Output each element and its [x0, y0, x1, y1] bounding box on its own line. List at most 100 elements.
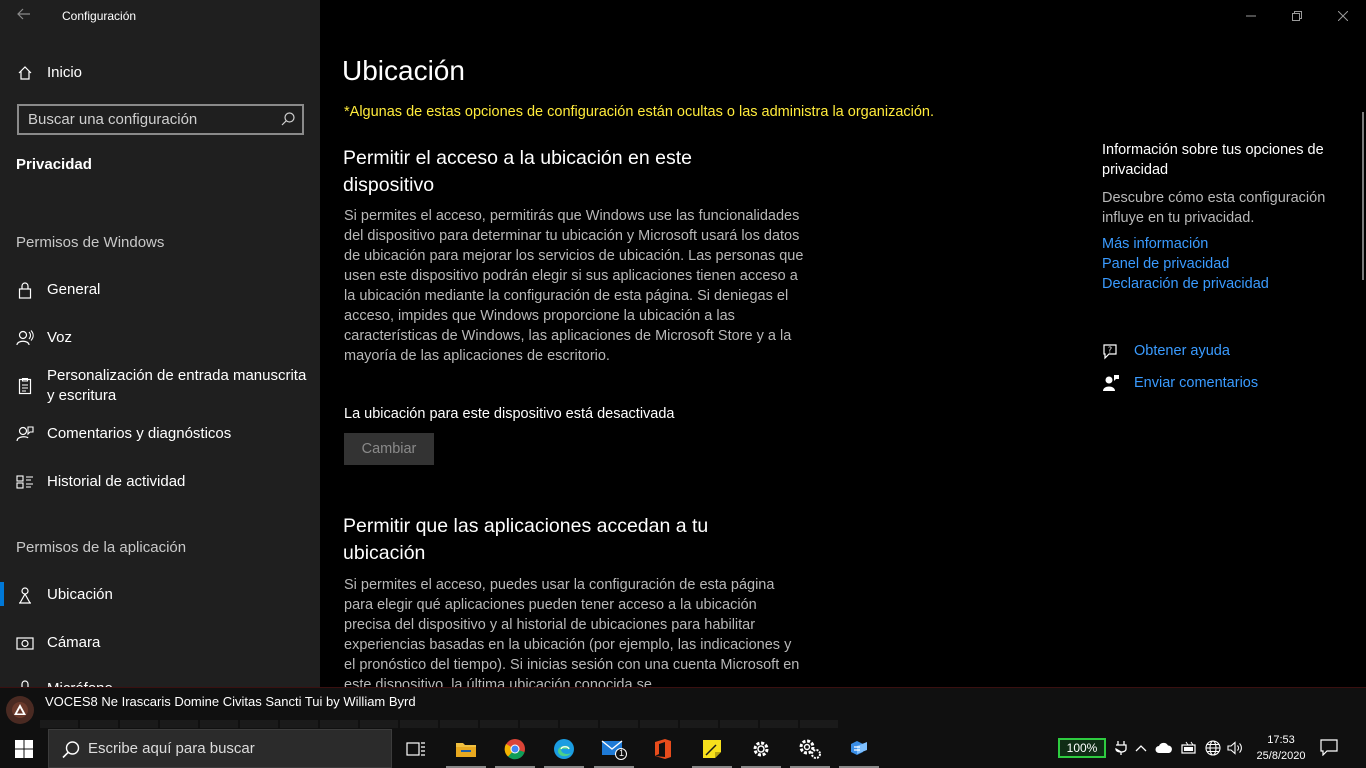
minimize-button[interactable]	[1228, 0, 1274, 32]
notification-icon	[1320, 739, 1338, 757]
info-description: Descubre cómo esta configuración influye…	[1102, 190, 1326, 226]
power-plug-icon[interactable]	[1112, 739, 1130, 757]
mail-button[interactable]: 1	[590, 729, 638, 768]
feedback-icon	[16, 425, 34, 443]
arrow-left-icon	[17, 8, 30, 20]
sticky-notes-button[interactable]	[688, 729, 736, 768]
clipboard-icon	[16, 377, 34, 395]
clock-time: 17:53	[1267, 734, 1295, 746]
get-help-row[interactable]: ? Obtener ayuda	[1102, 342, 1230, 360]
office-button[interactable]	[639, 729, 687, 768]
settings-gear-icon	[799, 739, 821, 759]
sidebar-item-label: Voz	[47, 329, 73, 346]
microphone-icon	[16, 680, 34, 687]
sidebar-item-label: Personalización de entrada manuscrita y …	[47, 367, 307, 404]
location-icon	[16, 586, 34, 604]
windows-permissions-heading: Permisos de Windows	[16, 234, 165, 251]
chevron-up-icon[interactable]	[1132, 739, 1150, 757]
clock[interactable]: 17:53 25/8/2020	[1250, 732, 1312, 764]
section-app-location-body: Si permites el acceso, puedes usar la co…	[344, 577, 800, 687]
sidebar-item-inking-typing[interactable]: Personalización de entrada manuscrita y …	[0, 365, 320, 407]
info-title: Información sobre tus opciones de privac…	[1102, 142, 1324, 178]
settings-active-button[interactable]	[786, 729, 834, 768]
sidebar-item-voz[interactable]: Voz	[0, 327, 320, 349]
action-center-button[interactable]	[1320, 738, 1342, 758]
start-button[interactable]	[0, 729, 48, 768]
app-button[interactable]	[835, 729, 883, 768]
privacy-dashboard-link[interactable]: Panel de privacidad	[1102, 254, 1342, 274]
battery-percent: 100%	[1066, 741, 1098, 755]
settings-search-input[interactable]	[19, 106, 274, 133]
back-button[interactable]	[10, 5, 38, 27]
home-icon	[16, 64, 34, 82]
sidebar-item-camera[interactable]: Cámara	[0, 632, 320, 654]
feedback-person-icon	[1102, 374, 1120, 392]
battery-indicator[interactable]: 100%	[1058, 738, 1106, 758]
change-button[interactable]: Cambiar	[344, 433, 434, 465]
restore-icon	[1292, 11, 1302, 21]
sidebar-item-activity-history[interactable]: Historial de actividad	[0, 471, 320, 493]
task-view-icon	[406, 741, 425, 756]
svg-text:?: ?	[1108, 346, 1112, 355]
sidebar-item-label: Ubicación	[47, 586, 113, 603]
now-playing-title: VOCES8 Ne Irascaris Domine Civitas Sanct…	[45, 694, 416, 709]
close-icon	[1338, 11, 1348, 21]
scrollbar[interactable]	[1362, 112, 1364, 280]
sidebar-item-diagnostics[interactable]: Comentarios y diagnósticos	[0, 423, 320, 445]
globe-network-icon[interactable]	[1204, 739, 1222, 757]
sidebar-item-label: Micrófono	[47, 679, 113, 687]
windows-logo-icon	[15, 739, 33, 758]
edge-icon	[554, 738, 574, 759]
sidebar: Configuración Inicio Privacidad Permisos…	[0, 0, 320, 687]
battery-icon[interactable]	[1180, 739, 1198, 757]
window-controls	[1228, 0, 1366, 32]
get-help-link[interactable]: Obtener ayuda	[1134, 343, 1230, 359]
taskbar-search[interactable]	[48, 729, 392, 768]
search-icon[interactable]	[280, 111, 296, 127]
section-device-location-body: Si permites el acceso, permitirás que Wi…	[344, 208, 804, 364]
sidebar-item-microphone[interactable]: Micrófono	[0, 678, 320, 687]
office-icon	[655, 738, 671, 759]
page-title: Ubicación	[342, 55, 465, 86]
privacy-statement-link[interactable]: Declaración de privacidad	[1102, 274, 1342, 294]
media-now-playing-bar: VOCES8 Ne Irascaris Domine Civitas Sanct…	[0, 687, 1366, 729]
send-feedback-row[interactable]: Enviar comentarios	[1102, 374, 1258, 392]
settings-button[interactable]	[737, 729, 785, 768]
sidebar-item-location[interactable]: Ubicación	[0, 584, 320, 606]
volume-icon[interactable]	[1226, 739, 1244, 757]
clock-date: 25/8/2020	[1256, 750, 1306, 762]
chrome-button[interactable]	[491, 729, 539, 768]
sidebar-item-general[interactable]: General	[0, 279, 320, 301]
sidebar-item-label: Inicio	[47, 64, 83, 81]
sidebar-section-title: Privacidad	[16, 156, 92, 173]
mail-badge: 1	[619, 748, 625, 758]
chrome-icon	[504, 738, 525, 759]
window-title: Configuración	[62, 9, 137, 23]
task-view-button[interactable]	[392, 729, 440, 768]
close-button[interactable]	[1320, 0, 1366, 32]
edge-button[interactable]	[540, 729, 588, 768]
sidebar-item-label: Cámara	[47, 634, 101, 651]
settings-icon	[753, 741, 769, 756]
restore-button[interactable]	[1274, 0, 1320, 32]
sidebar-item-label: General	[47, 281, 101, 298]
section-device-location-title: Permitir el acceso a la ubicación en est…	[343, 147, 693, 196]
timeline-icon	[16, 473, 34, 491]
taskbar-search-input[interactable]	[87, 730, 387, 767]
taskbar: 1 100% 17:53 25/8/2020	[0, 729, 1366, 768]
onedrive-cloud-icon[interactable]	[1155, 739, 1173, 757]
lock-icon	[16, 281, 34, 299]
sidebar-item-home[interactable]: Inicio	[0, 62, 320, 84]
device-location-status: La ubicación para este dispositivo está …	[344, 406, 675, 422]
media-app-icon[interactable]	[6, 696, 34, 724]
more-info-link[interactable]: Más información	[1102, 234, 1342, 254]
search-icon	[61, 740, 81, 760]
file-explorer-icon	[456, 742, 476, 757]
minimize-icon	[1246, 15, 1256, 17]
sidebar-item-label: Historial de actividad	[47, 473, 186, 490]
send-feedback-link[interactable]: Enviar comentarios	[1134, 375, 1258, 391]
settings-search[interactable]	[17, 104, 304, 135]
sticky-notes-icon	[703, 739, 721, 758]
file-explorer-button[interactable]	[442, 729, 490, 768]
help-chat-icon: ?	[1102, 342, 1120, 360]
